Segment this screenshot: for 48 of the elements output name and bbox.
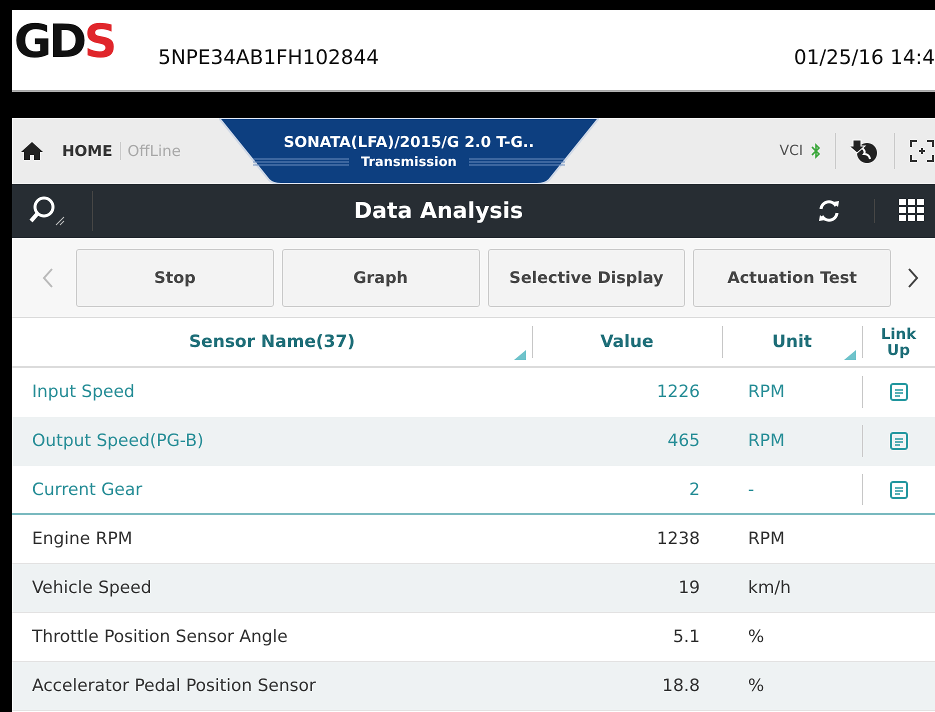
line-decoration-icon — [468, 158, 565, 166]
column-header[interactable]: Unit — [772, 332, 812, 352]
sensor-value: 465 — [668, 431, 700, 451]
sensor-unit: % — [748, 627, 764, 647]
sensor-name[interactable]: Throttle Position Sensor Angle — [32, 627, 288, 647]
note-icon[interactable] — [888, 431, 908, 451]
sensor-name[interactable]: Accelerator Pedal Position Sensor — [32, 676, 316, 696]
fullscreen-icon[interactable] — [909, 139, 935, 163]
sensor-name[interactable]: Current Gear — [32, 480, 142, 500]
sensor-unit: RPM — [748, 529, 785, 549]
vehicle-name: SONATA(LFA)/2015/G 2.0 T-G.. — [284, 132, 534, 150]
sensor-value: 1226 — [656, 382, 700, 402]
sensor-name[interactable]: Vehicle Speed — [32, 578, 152, 598]
sensor-value: 5.1 — [672, 627, 700, 647]
sensor-unit: km/h — [748, 578, 791, 598]
chevron-left-icon — [42, 266, 54, 288]
sensor-value: 18.8 — [662, 676, 700, 696]
page-title: Data Analysis — [352, 198, 524, 224]
logo: GDS — [14, 14, 114, 68]
sensor-unit: - — [748, 480, 754, 500]
note-icon[interactable] — [888, 480, 908, 500]
action-button[interactable]: Actuation Test — [693, 248, 891, 306]
column-header[interactable]: Sensor Name(37) — [188, 332, 356, 352]
date-time: 01/25/16 14:4 — [794, 45, 935, 69]
grid-menu-icon[interactable] — [874, 199, 925, 223]
sensor-name[interactable]: Input Speed — [32, 382, 135, 402]
globe-download-icon[interactable] — [850, 138, 880, 164]
column-header: Link Up — [880, 326, 918, 358]
sensor-unit: % — [748, 676, 764, 696]
vci-label: VCI — [780, 143, 803, 159]
system-name: Transmission — [361, 154, 457, 170]
action-button[interactable]: Selective Display — [488, 248, 686, 306]
sensor-unit: RPM — [748, 431, 785, 451]
action-button[interactable]: Graph — [282, 248, 480, 306]
home-icon[interactable] — [20, 141, 44, 161]
mode-label: OffLine — [120, 142, 181, 160]
sensor-value: 1238 — [656, 529, 700, 549]
action-button[interactable]: Stop — [76, 248, 274, 306]
sensor-value: 19 — [678, 578, 700, 598]
home-link[interactable]: HOME — [62, 142, 112, 160]
sensor-name[interactable]: Engine RPM — [32, 529, 132, 549]
chevron-right-icon — [907, 266, 919, 288]
sensor-value: 2 — [689, 480, 700, 500]
note-icon[interactable] — [888, 382, 908, 402]
column-header: Value — [600, 332, 654, 352]
vin-number: 5NPE34AB1FH102844 — [158, 45, 379, 69]
sensor-unit: RPM — [748, 382, 785, 402]
line-decoration-icon — [253, 158, 350, 166]
